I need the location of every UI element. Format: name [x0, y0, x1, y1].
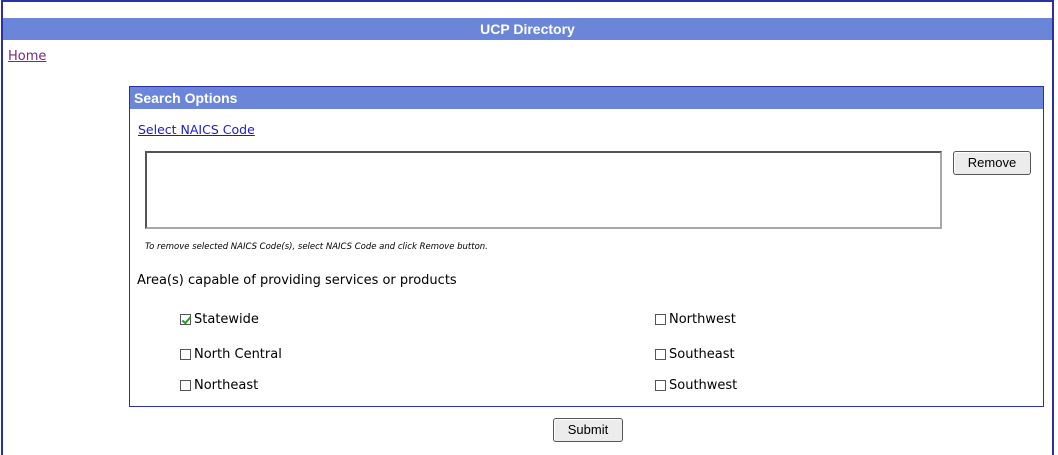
checkbox-label: Southeast	[669, 347, 735, 362]
select-naics-code-link[interactable]: Select NAICS Code	[138, 122, 255, 137]
home-link[interactable]: Home	[8, 49, 46, 64]
checkbox-statewide[interactable]: Statewide	[180, 312, 259, 327]
submit-button[interactable]: Submit	[553, 418, 623, 442]
checkbox-checked-icon[interactable]	[180, 314, 191, 325]
checkbox-unchecked-icon[interactable]	[655, 349, 666, 360]
checkbox-label: Southwest	[669, 378, 738, 393]
checkbox-northwest[interactable]: Northwest	[655, 312, 736, 327]
naics-code-listbox[interactable]	[145, 151, 942, 229]
page-title: UCP Directory	[3, 18, 1052, 40]
area-label: Area(s) capable of providing services or…	[137, 273, 457, 288]
checkbox-label: Statewide	[194, 312, 259, 327]
checkbox-southwest[interactable]: Southwest	[655, 378, 737, 393]
checkbox-northeast[interactable]: Northeast	[180, 378, 258, 393]
checkbox-southeast[interactable]: Southeast	[655, 347, 735, 362]
remove-hint-text: To remove selected NAICS Code(s), select…	[145, 242, 488, 252]
search-options-panel: Search Options Select NAICS Code Remove …	[129, 86, 1044, 407]
checkbox-label: Northeast	[194, 378, 259, 393]
checkbox-label: Northwest	[669, 312, 736, 327]
checkbox-label: North Central	[194, 347, 282, 362]
remove-button[interactable]: Remove	[953, 151, 1031, 175]
checkbox-unchecked-icon[interactable]	[180, 380, 191, 391]
search-options-header: Search Options	[130, 87, 1043, 109]
checkbox-unchecked-icon[interactable]	[655, 380, 666, 391]
checkbox-north-central[interactable]: North Central	[180, 347, 282, 362]
checkbox-unchecked-icon[interactable]	[655, 314, 666, 325]
checkbox-unchecked-icon[interactable]	[180, 349, 191, 360]
